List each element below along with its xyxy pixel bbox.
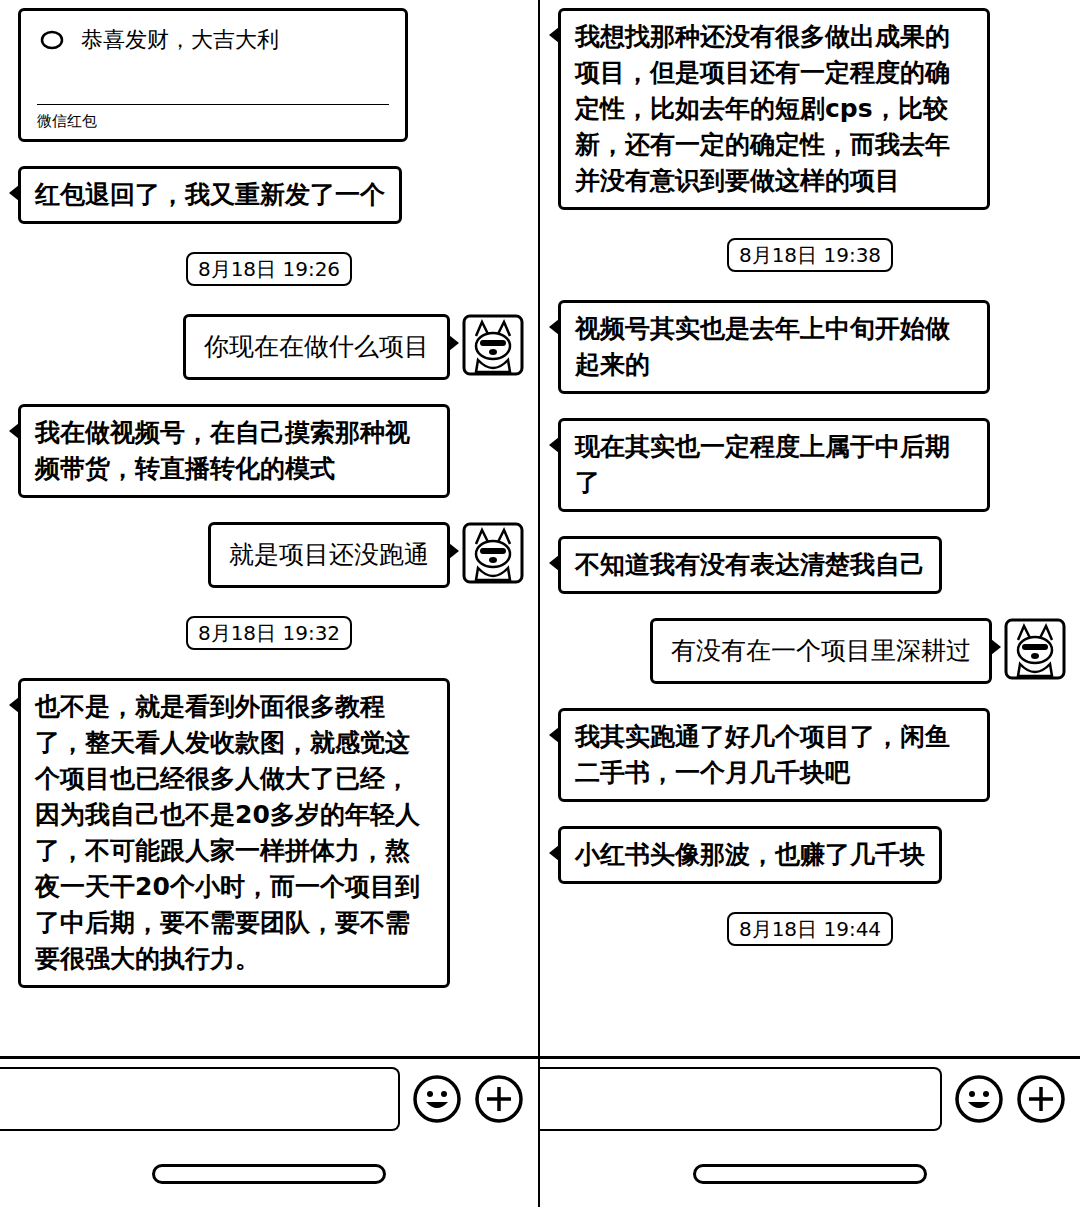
received-bubble: 我想找那种还没有很多做出成果的项目，但是项目还有一定程度的确定性，比如去年的短剧…: [558, 8, 990, 210]
message-row: 8月18日 19:32: [0, 616, 538, 650]
red-packet-title: 恭喜发财，大吉大利: [81, 25, 279, 55]
plus-icon[interactable]: [474, 1074, 524, 1124]
received-bubble: 红包退回了，我又重新发了一个: [18, 166, 402, 224]
home-indicator: [693, 1164, 927, 1184]
red-packet-icon: [37, 25, 67, 55]
message-row: 8月18日 19:38: [540, 238, 1080, 272]
screen: 恭喜发财，大吉大利微信红包红包退回了，我又重新发了一个 8月18日 19:26 你现…: [0, 0, 1080, 1207]
message-row: 恭喜发财，大吉大利微信红包: [0, 8, 538, 142]
message-row: 我想找那种还没有很多做出成果的项目，但是项目还有一定程度的确定性，比如去年的短剧…: [540, 8, 1080, 210]
chat-panel: 我想找那种还没有很多做出成果的项目，但是项目还有一定程度的确定性，比如去年的短剧…: [540, 0, 1080, 1207]
sent-bubble: 就是项目还没跑通: [208, 522, 450, 588]
sent-bubble: 有没有在一个项目里深耕过: [650, 618, 992, 684]
message-row: 也不是，就是看到外面很多教程了，整天看人发收款图，就感觉这个项目也已经很多人做大…: [0, 678, 538, 988]
message-row: 现在其实也一定程度上属于中后期了: [540, 418, 1080, 512]
input-bar: [0, 1056, 538, 1141]
received-bubble: 也不是，就是看到外面很多教程了，整天看人发收款图，就感觉这个项目也已经很多人做大…: [18, 678, 450, 988]
received-bubble: 不知道我有没有表达清楚我自己: [558, 536, 942, 594]
home-indicator: [152, 1164, 386, 1184]
received-bubble: 现在其实也一定程度上属于中后期了: [558, 418, 990, 512]
timestamp: 8月18日 19:38: [727, 238, 893, 272]
timestamp: 8月18日 19:44: [727, 912, 893, 946]
timestamp: 8月18日 19:32: [186, 616, 352, 650]
dog-avatar-icon[interactable]: [462, 314, 524, 376]
message-row: 不知道我有没有表达清楚我自己: [540, 536, 1080, 594]
received-bubble: 视频号其实也是去年上中旬开始做起来的: [558, 300, 990, 394]
chat-panel: 恭喜发财，大吉大利微信红包红包退回了，我又重新发了一个 8月18日 19:26 你现…: [0, 0, 540, 1207]
received-bubble: 小红书头像那波，也赚了几千块: [558, 826, 942, 884]
message-input[interactable]: [540, 1067, 942, 1131]
input-bar: [540, 1056, 1080, 1141]
message-row: 红包退回了，我又重新发了一个: [0, 166, 538, 224]
message-row: 8月18日 19:26: [0, 252, 538, 286]
timestamp: 8月18日 19:26: [186, 252, 352, 286]
received-bubble: 我其实跑通了好几个项目了，闲鱼二手书，一个月几千块吧: [558, 708, 990, 802]
message-list: 我想找那种还没有很多做出成果的项目，但是项目还有一定程度的确定性，比如去年的短剧…: [540, 0, 1080, 1056]
message-list: 恭喜发财，大吉大利微信红包红包退回了，我又重新发了一个 8月18日 19:26 你现…: [0, 0, 538, 1056]
message-row: 就是项目还没跑通: [0, 522, 538, 588]
received-bubble: 我在做视频号，在自己摸索那种视频带货，转直播转化的模式: [18, 404, 450, 498]
sent-bubble: 你现在在做什么项目: [183, 314, 450, 380]
message-row: 你现在在做什么项目: [0, 314, 538, 380]
red-packet-label: 微信红包: [37, 104, 389, 131]
message-row: 8月18日 19:44: [540, 912, 1080, 946]
dog-avatar-icon[interactable]: [462, 522, 524, 584]
plus-icon[interactable]: [1016, 1074, 1066, 1124]
emoji-icon[interactable]: [954, 1074, 1004, 1124]
emoji-icon[interactable]: [412, 1074, 462, 1124]
message-row: 小红书头像那波，也赚了几千块: [540, 826, 1080, 884]
home-indicator-area: [540, 1141, 1080, 1207]
message-input[interactable]: [0, 1067, 400, 1131]
red-packet-card[interactable]: 恭喜发财，大吉大利微信红包: [18, 8, 408, 142]
dog-avatar-icon[interactable]: [1004, 618, 1066, 680]
message-row: 我其实跑通了好几个项目了，闲鱼二手书，一个月几千块吧: [540, 708, 1080, 802]
message-row: 有没有在一个项目里深耕过: [540, 618, 1080, 684]
message-row: 我在做视频号，在自己摸索那种视频带货，转直播转化的模式: [0, 404, 538, 498]
message-row: 视频号其实也是去年上中旬开始做起来的: [540, 300, 1080, 394]
home-indicator-area: [0, 1141, 538, 1207]
